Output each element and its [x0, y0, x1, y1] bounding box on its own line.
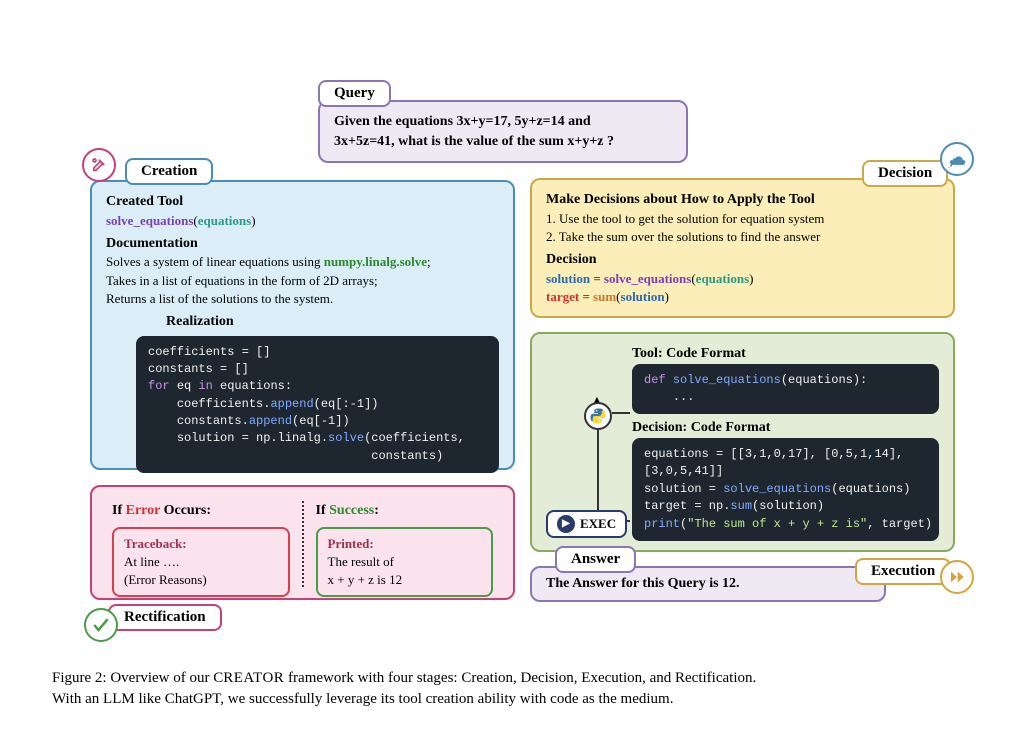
query-label: Query [318, 80, 391, 107]
created-tool-heading: Created Tool [106, 192, 499, 212]
documentation-heading: Documentation [106, 234, 499, 254]
decision-box: Make Decisions about How to Apply the To… [530, 178, 955, 318]
decision-code-line1: solution = solve_equations(equations) [546, 270, 939, 288]
divider [302, 501, 304, 587]
doc-line2: Takes in a list of equations in the form… [106, 272, 499, 290]
figure-caption: Figure 2: Overview of our CREATOR framew… [52, 668, 972, 710]
doc-line1: Solves a system of linear equations usin… [106, 253, 499, 271]
arrow-down [597, 430, 599, 510]
doc-line3: Returns a list of the solutions to the s… [106, 290, 499, 308]
check-icon [84, 608, 118, 642]
answer-label: Answer [555, 546, 636, 573]
answer-text: The Answer for this Query is 12. [546, 576, 740, 592]
if-success-heading: If Success: [316, 501, 494, 521]
success-content: Printed: The result of x + y + z is 12 [316, 527, 494, 598]
rectification-box: If Error Occurs: Traceback: At line …. (… [90, 485, 515, 600]
if-error-heading: If Error Occurs: [112, 501, 290, 521]
decision-step2: 2. Take the sum over the solutions to fi… [546, 228, 939, 246]
creation-label: Creation [125, 158, 213, 185]
diagram-canvas: Query Given the equations 3x+y=17, 5y+z=… [0, 0, 1024, 739]
play-icon: ▶ [557, 515, 575, 533]
exec-button[interactable]: ▶ EXEC [546, 510, 627, 538]
arrow-right-1 [612, 412, 630, 414]
execution-label: Execution [855, 558, 951, 585]
cloud-icon [940, 142, 974, 176]
decision-sub: Decision [546, 250, 939, 270]
decision-heading: Make Decisions about How to Apply the To… [546, 190, 939, 210]
creation-box: Created Tool solve_equations(equations) … [90, 180, 515, 470]
query-box: Given the equations 3x+y=17, 5y+z=14 and… [318, 100, 688, 163]
fast-forward-icon [940, 560, 974, 594]
query-line2: 3x+5z=41, what is the value of the sum x… [334, 132, 672, 152]
realization-code: coefficients = [] constants = [] for eq … [136, 336, 499, 474]
realization-heading: Realization [166, 312, 499, 332]
decision-label: Decision [862, 160, 948, 187]
success-column: If Success: Printed: The result of x + y… [316, 501, 494, 584]
decision-code: equations = [[3,1,0,17], [0,5,1,14], [3,… [632, 438, 939, 541]
decision-step1: 1. Use the tool to get the solution for … [546, 210, 939, 228]
rectification-label: Rectification [108, 604, 222, 631]
tool-code: def solve_equations(equations): ... [632, 364, 939, 415]
decision-code-heading: Decision: Code Format [632, 418, 939, 438]
decision-code-line2: target = sum(solution) [546, 288, 939, 306]
python-icon [584, 402, 612, 430]
tool-signature: solve_equations(equations) [106, 212, 499, 230]
error-content: Traceback: At line …. (Error Reasons) [112, 527, 290, 598]
tool-code-heading: Tool: Code Format [632, 344, 939, 364]
error-column: If Error Occurs: Traceback: At line …. (… [112, 501, 290, 584]
query-line1: Given the equations 3x+y=17, 5y+z=14 and [334, 112, 672, 132]
execution-box: Tool: Code Format def solve_equations(eq… [530, 332, 955, 552]
tools-icon [82, 148, 116, 182]
